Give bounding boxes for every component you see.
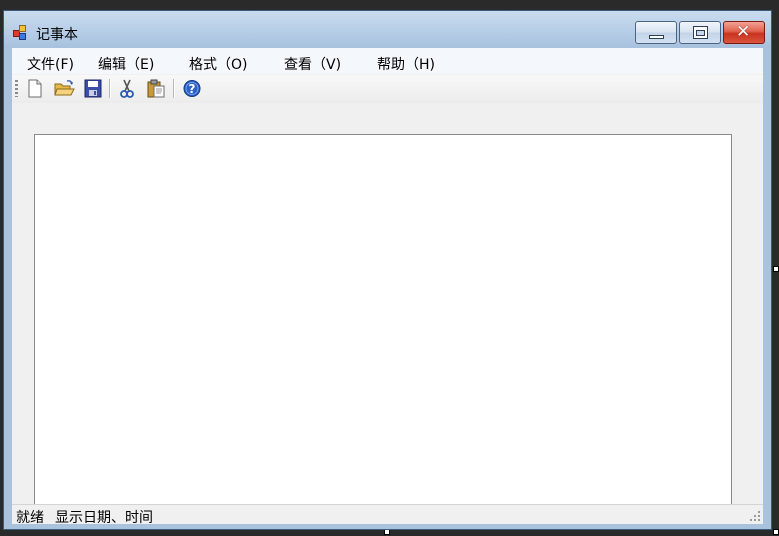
resize-handle-corner[interactable] — [773, 529, 779, 535]
menu-bar: 文件(F) 编辑（E) 格式（O) 查看（V) 帮助（H) — [12, 48, 763, 74]
help-button[interactable]: ? — [181, 78, 203, 99]
new-file-icon — [28, 79, 42, 98]
svg-text:?: ? — [189, 82, 196, 96]
cut-button[interactable] — [116, 78, 138, 99]
notepad-window: 记事本 ✕ 文件(F) 编辑（E) 格式（O) 查看（V) 帮助（H) ? 就绪… — [3, 10, 772, 530]
title-bar[interactable]: 记事本 ✕ — [4, 11, 771, 48]
menu-view[interactable]: 查看（V) — [284, 54, 341, 74]
minimize-button[interactable] — [635, 21, 677, 44]
maximize-button[interactable] — [679, 21, 721, 44]
toolbar-grip[interactable] — [15, 80, 18, 97]
menu-format[interactable]: 格式（O) — [189, 54, 247, 74]
status-bar: 就绪 显示日期、时间 — [12, 504, 763, 526]
app-icon — [13, 25, 29, 41]
menu-edit[interactable]: 编辑（E) — [98, 54, 154, 74]
open-folder-icon — [54, 80, 75, 96]
menu-help[interactable]: 帮助（H) — [377, 54, 435, 74]
window-title: 记事本 — [36, 27, 78, 43]
client-area: 文件(F) 编辑（E) 格式（O) 查看（V) 帮助（H) ? 就绪 显示日期、… — [12, 48, 763, 526]
save-icon — [84, 79, 102, 98]
paste-icon — [147, 79, 165, 98]
toolbar: ? — [12, 75, 763, 103]
close-icon: ✕ — [736, 22, 751, 42]
resize-handle-right[interactable] — [773, 266, 779, 272]
new-file-button[interactable] — [24, 78, 46, 99]
maximize-icon — [693, 26, 708, 39]
toolbar-separator — [173, 79, 175, 98]
status-ready-label: 就绪 — [16, 510, 44, 526]
save-button[interactable] — [82, 78, 104, 99]
open-button[interactable] — [53, 78, 75, 99]
text-editor[interactable] — [34, 134, 732, 505]
menu-file[interactable]: 文件(F) — [27, 54, 74, 74]
minimize-icon — [649, 35, 664, 39]
cut-icon — [120, 79, 134, 98]
size-grip-icon[interactable] — [750, 511, 761, 522]
toolbar-separator — [109, 79, 111, 98]
paste-button[interactable] — [145, 78, 167, 99]
status-datetime-label: 显示日期、时间 — [55, 510, 153, 526]
close-button[interactable]: ✕ — [723, 21, 765, 44]
help-icon: ? — [183, 80, 201, 97]
